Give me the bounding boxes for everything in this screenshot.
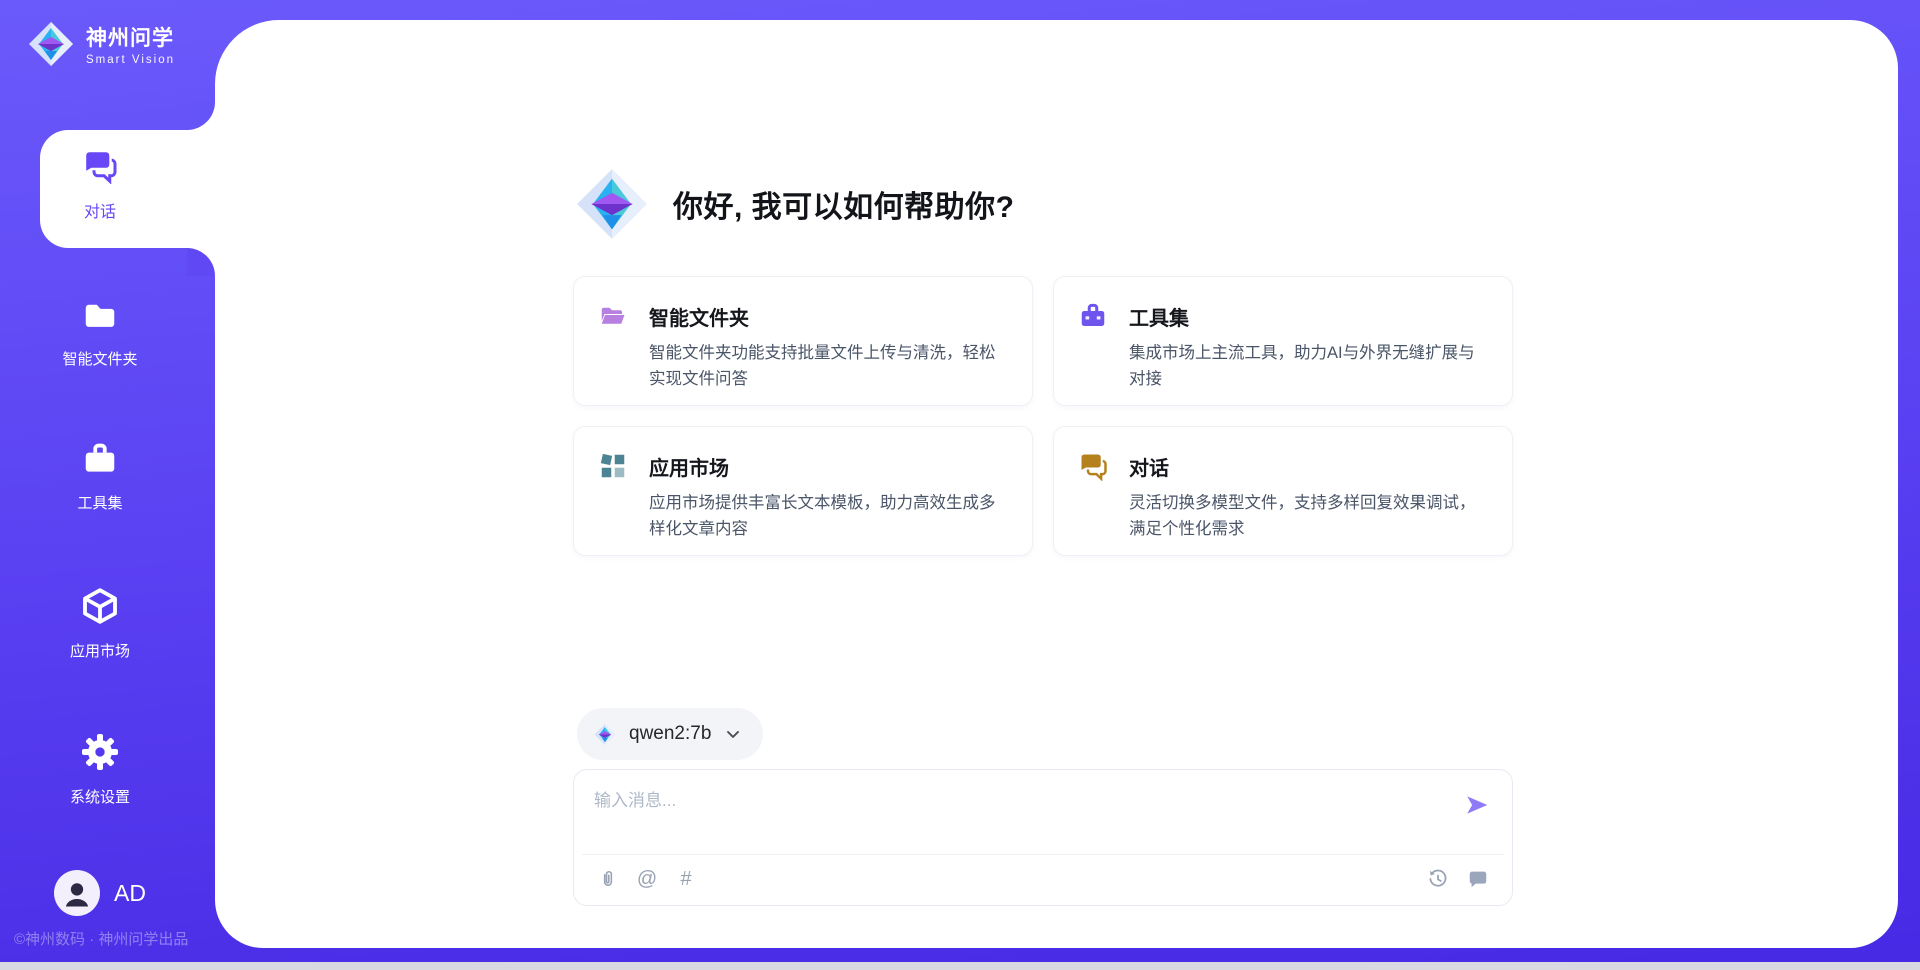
card-title: 智能文件夹 <box>649 302 749 331</box>
toolbox-icon <box>80 440 120 483</box>
diamond-logo-icon <box>593 723 617 746</box>
sidebar-item-label: 智能文件夹 <box>0 348 200 369</box>
brand-subtitle: Smart Vision <box>86 54 175 66</box>
sidebar-item-app-market[interactable]: 应用市场 <box>0 586 200 661</box>
paperclip-icon[interactable] <box>596 867 620 891</box>
chat-icon <box>81 148 119 189</box>
message-composer: @ # <box>573 769 1513 906</box>
person-avatar-icon <box>54 870 100 916</box>
chat-icon <box>1078 451 1108 481</box>
tab-fillet-bottom <box>187 248 215 276</box>
card-title: 应用市场 <box>649 452 729 481</box>
card-description: 应用市场提供丰富长文本模板，助力高效生成多样化文章内容 <box>649 490 1008 542</box>
gear-icon <box>80 732 120 777</box>
user-name: AD <box>114 880 146 907</box>
composer-left-tools: @ # <box>596 867 698 891</box>
chat-bubble-icon[interactable] <box>1466 867 1490 891</box>
card-app-market[interactable]: 应用市场 应用市场提供丰富长文本模板，助力高效生成多样化文章内容 <box>573 426 1033 556</box>
greeting: 你好, 我可以如何帮助你? <box>573 166 1015 242</box>
at-icon[interactable]: @ <box>635 867 659 891</box>
greeting-title: 你好, 我可以如何帮助你? <box>673 182 1015 226</box>
sidebar-item-chat[interactable]: 对话 <box>0 148 200 222</box>
user-profile[interactable]: AD <box>54 870 146 916</box>
model-selector[interactable]: qwen2:7b <box>577 708 763 760</box>
app-window: 神州问学 Smart Vision 对话 智能文件夹 工具集 <box>0 0 1920 970</box>
composer-right-tools <box>1426 867 1490 891</box>
hash-icon[interactable]: # <box>674 867 698 891</box>
sidebar-item-label: 系统设置 <box>0 786 200 807</box>
send-icon[interactable] <box>1464 792 1490 818</box>
grid-icon <box>598 451 628 481</box>
history-icon[interactable] <box>1426 867 1450 891</box>
card-toolset[interactable]: 工具集 集成市场上主流工具，助力AI与外界无缝扩展与对接 <box>1053 276 1513 406</box>
tab-fillet-top <box>187 102 215 130</box>
sidebar-footer-credit: ©神州数码 · 神州问学出品 <box>14 928 188 949</box>
message-input[interactable] <box>594 786 1414 844</box>
window-bottom-strip <box>0 962 1920 970</box>
composer-divider <box>582 854 1504 855</box>
sidebar-item-smart-folder[interactable]: 智能文件夹 <box>0 296 200 369</box>
sidebar-item-label: 工具集 <box>0 492 200 513</box>
diamond-logo-icon <box>26 20 76 68</box>
model-name: qwen2:7b <box>629 723 711 745</box>
cube-icon <box>80 586 120 631</box>
sidebar-item-label: 应用市场 <box>0 640 200 661</box>
toolbox-icon <box>1078 301 1108 331</box>
card-title: 对话 <box>1129 452 1169 481</box>
card-description: 集成市场上主流工具，助力AI与外界无缝扩展与对接 <box>1129 340 1488 392</box>
open-folder-icon <box>598 301 628 331</box>
chevron-down-icon <box>723 724 743 744</box>
brand-name: 神州问学 <box>86 22 175 52</box>
brand-logo: 神州问学 Smart Vision <box>26 20 175 68</box>
sidebar-item-label: 对话 <box>0 198 200 222</box>
main-content: 你好, 我可以如何帮助你? 智能文件夹 智能文件夹功能支持批量文件上传与清洗，轻… <box>215 20 1898 948</box>
folder-icon <box>80 296 120 339</box>
sidebar-item-settings[interactable]: 系统设置 <box>0 732 200 807</box>
card-chat[interactable]: 对话 灵活切换多模型文件，支持多样回复效果调试，满足个性化需求 <box>1053 426 1513 556</box>
sidebar: 神州问学 Smart Vision 对话 智能文件夹 工具集 <box>0 0 215 962</box>
diamond-logo-icon <box>573 166 651 242</box>
card-title: 工具集 <box>1129 302 1189 331</box>
card-smart-folder[interactable]: 智能文件夹 智能文件夹功能支持批量文件上传与清洗，轻松实现文件问答 <box>573 276 1033 406</box>
card-description: 灵活切换多模型文件，支持多样回复效果调试，满足个性化需求 <box>1129 490 1488 542</box>
card-description: 智能文件夹功能支持批量文件上传与清洗，轻松实现文件问答 <box>649 340 1008 392</box>
sidebar-item-toolset[interactable]: 工具集 <box>0 440 200 513</box>
